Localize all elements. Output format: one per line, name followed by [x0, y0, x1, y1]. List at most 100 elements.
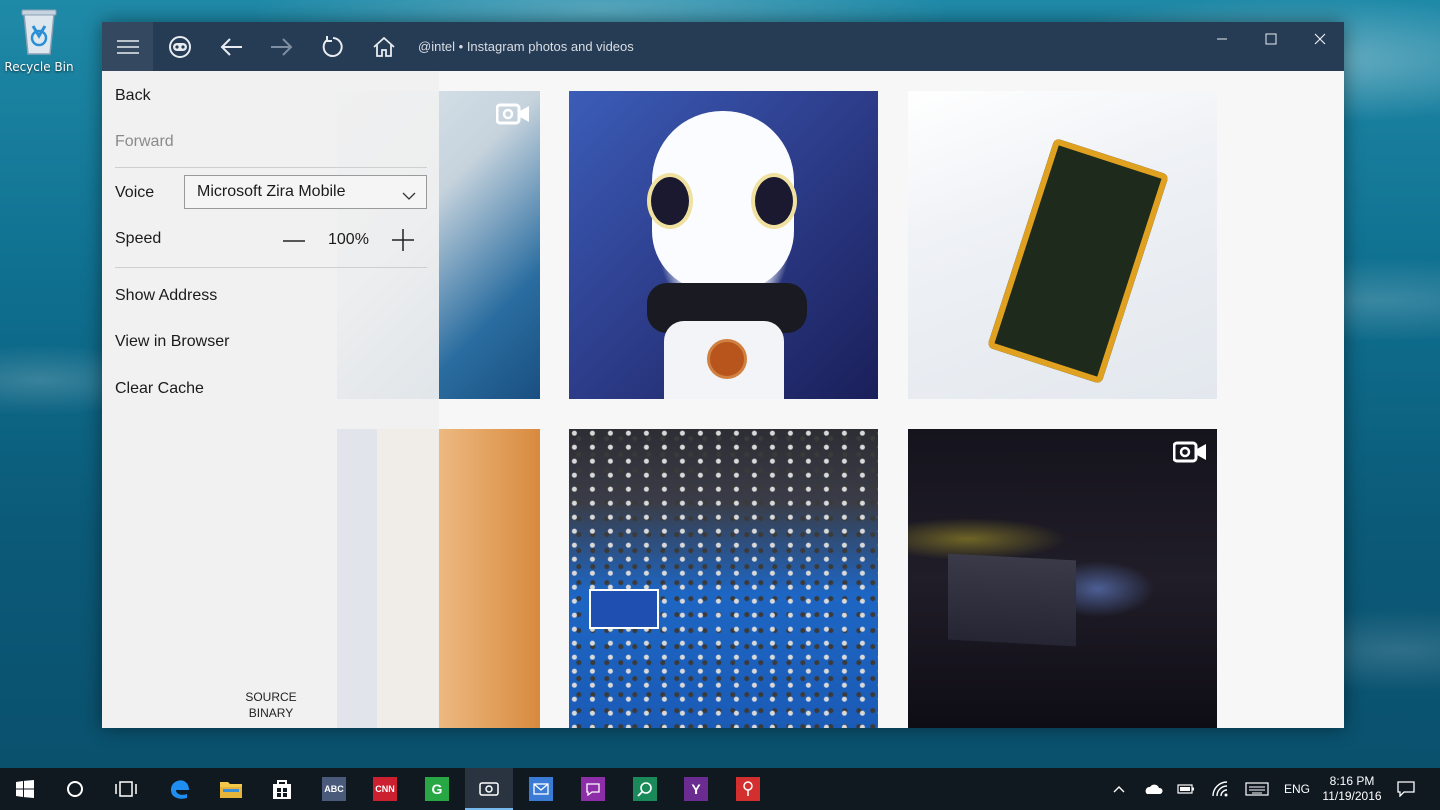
- onedrive-tray-icon[interactable]: [1140, 768, 1166, 810]
- robot-icon: [168, 35, 191, 58]
- start-button[interactable]: [1, 768, 49, 810]
- refresh-icon: [322, 35, 343, 57]
- home-icon: [372, 36, 395, 57]
- close-button[interactable]: [1296, 22, 1344, 56]
- voice-label: Voice: [115, 184, 155, 201]
- edge-icon: [171, 780, 189, 799]
- taskbar-app-maps[interactable]: [724, 768, 772, 810]
- makers-sign: [589, 589, 659, 629]
- plus-icon: [392, 229, 414, 251]
- title-bar: @intel • Instagram photos and videos: [102, 22, 1344, 71]
- wifi-tray-icon[interactable]: [1207, 768, 1233, 810]
- wifi-icon: [1212, 781, 1228, 797]
- voice-select[interactable]: Microsoft Zira Mobile: [184, 175, 427, 209]
- back-button[interactable]: [205, 22, 256, 71]
- taskbar-app-current[interactable]: [465, 768, 513, 810]
- clock-date: 11/19/2016: [1322, 789, 1382, 803]
- hamburger-icon: [116, 39, 139, 54]
- window-title: @intel • Instagram photos and videos: [418, 39, 634, 54]
- windows-logo-icon: [16, 780, 34, 798]
- maximize-button[interactable]: [1247, 22, 1295, 56]
- clock-time: 8:16 PM: [1329, 774, 1375, 788]
- chevron-down-icon: [402, 187, 416, 205]
- input-language[interactable]: ENG: [1279, 768, 1315, 810]
- video-camera-icon: [495, 103, 530, 129]
- recycle-bin[interactable]: Recycle Bin: [4, 6, 74, 74]
- photo-tile[interactable]: [569, 429, 878, 728]
- taskbar-app-search[interactable]: [621, 768, 669, 810]
- cnn-app-icon: CNN: [373, 777, 397, 801]
- taskbar-app-mail[interactable]: [517, 768, 565, 810]
- taskbar-file-explorer[interactable]: [207, 768, 255, 810]
- home-button[interactable]: [358, 22, 409, 71]
- cloud-icon: [1145, 784, 1163, 794]
- monitor-screen: [948, 553, 1076, 647]
- folder-icon: [220, 782, 242, 798]
- robot-eye: [647, 173, 693, 229]
- divider: [115, 167, 427, 168]
- close-icon: [1314, 33, 1326, 45]
- menu-back[interactable]: Back: [115, 87, 151, 105]
- hamburger-menu-button[interactable]: [102, 22, 153, 71]
- magnifier-icon: [633, 777, 657, 801]
- speed-decrease-button[interactable]: [281, 229, 307, 253]
- minimize-icon: [1217, 38, 1227, 40]
- recycle-bin-label: Recycle Bin: [4, 60, 74, 74]
- cortana-icon: [67, 781, 83, 797]
- source-binary-logo[interactable]: SOURCE BINARY: [222, 689, 320, 721]
- photo-tile[interactable]: [908, 91, 1217, 399]
- taskbar-edge[interactable]: [156, 768, 204, 810]
- chat-bubble-icon: [581, 777, 605, 801]
- source-label-line2: BINARY: [248, 706, 294, 720]
- maximize-icon: [1265, 33, 1277, 45]
- refresh-button[interactable]: [307, 22, 358, 71]
- forward-button[interactable]: [256, 22, 307, 71]
- divider: [115, 267, 427, 268]
- cortana-button[interactable]: [51, 768, 99, 810]
- speed-increase-button[interactable]: [390, 227, 416, 253]
- show-hidden-icons-button[interactable]: [1106, 768, 1132, 810]
- taskbar-app-g[interactable]: G: [413, 768, 461, 810]
- circuit-board: [986, 137, 1170, 385]
- taskbar-store[interactable]: [258, 768, 306, 810]
- source-label-line1: SOURCE: [245, 690, 297, 704]
- speed-label: Speed: [115, 230, 162, 247]
- taskbar-app-cnn[interactable]: CNN: [361, 768, 409, 810]
- yahoo-app-icon: Y: [684, 777, 708, 801]
- touch-keyboard-button[interactable]: [1241, 768, 1273, 810]
- taskbar-app-messaging[interactable]: [569, 768, 617, 810]
- battery-tray-icon[interactable]: [1173, 768, 1199, 810]
- keyboard-icon: [1245, 782, 1269, 796]
- minimize-button[interactable]: [1198, 22, 1246, 56]
- task-view-button[interactable]: [102, 768, 150, 810]
- task-view-icon: [115, 781, 137, 797]
- taskbar-app-yahoo[interactable]: Y: [672, 768, 720, 810]
- arrow-left-icon: [220, 37, 242, 56]
- app-window: @intel • Instagram photos and videos Bac…: [102, 22, 1344, 728]
- voice-select-value: Microsoft Zira Mobile: [197, 183, 346, 200]
- abc-app-icon: ABC: [322, 777, 346, 801]
- action-center-button[interactable]: [1392, 768, 1420, 810]
- photo-tile[interactable]: [569, 91, 878, 399]
- speed-value: 100%: [328, 231, 369, 248]
- speak-robot-button[interactable]: [154, 22, 205, 71]
- store-icon: [273, 780, 291, 799]
- notification-icon: [1397, 781, 1415, 797]
- minus-icon: [283, 240, 305, 242]
- menu-show-address[interactable]: Show Address: [115, 287, 217, 305]
- clock[interactable]: 8:16 PM 11/19/2016: [1314, 774, 1390, 804]
- navigation-pane: Back Forward Voice Microsoft Zira Mobile…: [102, 71, 439, 728]
- menu-clear-cache[interactable]: Clear Cache: [115, 380, 204, 398]
- menu-forward[interactable]: Forward: [115, 133, 174, 151]
- chevron-up-icon: [1113, 786, 1125, 793]
- video-camera-icon: [1172, 441, 1207, 467]
- taskbar: ABC CNN G Y ENG 8:16 PM 11/19/2016: [0, 768, 1440, 810]
- mail-icon: [529, 777, 553, 801]
- battery-icon: [1177, 784, 1194, 794]
- photo-tile[interactable]: [908, 429, 1217, 728]
- menu-view-in-browser[interactable]: View in Browser: [115, 333, 229, 351]
- recycle-bin-icon: [19, 6, 59, 56]
- map-pin-icon: [736, 777, 760, 801]
- taskbar-app-abc[interactable]: ABC: [310, 768, 358, 810]
- g-app-icon: G: [425, 777, 449, 801]
